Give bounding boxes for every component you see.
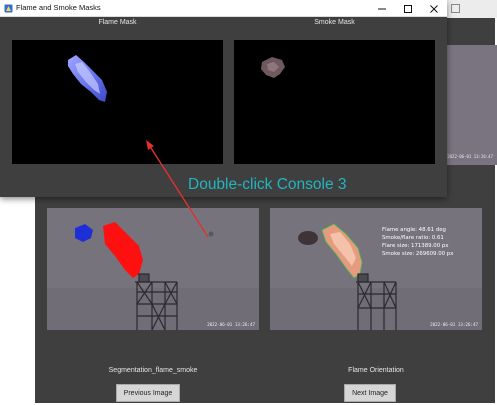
masks-window-titlebar[interactable]: Flame and Smoke Masks <box>0 0 447 17</box>
app-icon <box>4 4 13 13</box>
timestamp: 2022-06-01 13:26:47 <box>447 154 493 159</box>
maximize-button[interactable] <box>397 1 419 16</box>
previous-image-button[interactable]: Previous Image <box>116 384 180 402</box>
smoke-size-text: Smoke size: 269609.00 px <box>382 251 454 257</box>
annotation-text: Double-click Console 3 <box>188 176 347 193</box>
smoke-plume <box>298 231 318 245</box>
close-icon <box>430 4 438 13</box>
orientation-image: Flame angle: 48.61 deg Smoke/flare ratio… <box>270 208 482 330</box>
segmentation-scene <box>47 208 259 330</box>
hidden-image-panel: 2022-06-01 13:26:47 <box>446 45 497 165</box>
smoke-flare-ratio-text: Smoke/flare ratio: 0.61 <box>382 235 444 241</box>
flame-mask-label: Flame Mask <box>98 19 137 26</box>
timestamp: 2022-06-01 13:26:47 <box>207 322 255 327</box>
smoke-mask-label: Smoke Mask <box>314 19 355 26</box>
next-image-button[interactable]: Next Image <box>344 384 396 402</box>
minimize-icon <box>378 8 386 9</box>
segmentation-image: 2022-06-01 13:26:47 <box>47 208 259 330</box>
flame-angle-text: Flame angle: 48.61 deg <box>382 227 446 233</box>
masks-window: Flame and Smoke Masks Flame Mask Smoke M… <box>0 0 447 197</box>
flame-mask-image <box>12 40 223 164</box>
maximize-icon <box>404 4 412 13</box>
smoke-mask-shape <box>261 57 285 78</box>
masks-window-body: Flame Mask Smoke Mask <box>0 17 447 197</box>
flame-mask-shape <box>68 55 107 102</box>
timestamp: 2022-06-01 13:26:47 <box>430 322 478 327</box>
flare-size-text: Flare size: 171389.00 px <box>382 243 449 249</box>
segmentation-caption: Segmentation_flame_smoke <box>108 367 198 374</box>
orientation-caption: Flame Orientation <box>348 367 404 374</box>
smoke-mask-image <box>234 40 435 164</box>
minimize-button[interactable] <box>371 1 393 16</box>
orientation-scene <box>270 208 482 330</box>
main-window-maximize-icon[interactable] <box>451 4 460 13</box>
window-title: Flame and Smoke Masks <box>16 3 101 12</box>
close-button[interactable] <box>423 1 445 16</box>
